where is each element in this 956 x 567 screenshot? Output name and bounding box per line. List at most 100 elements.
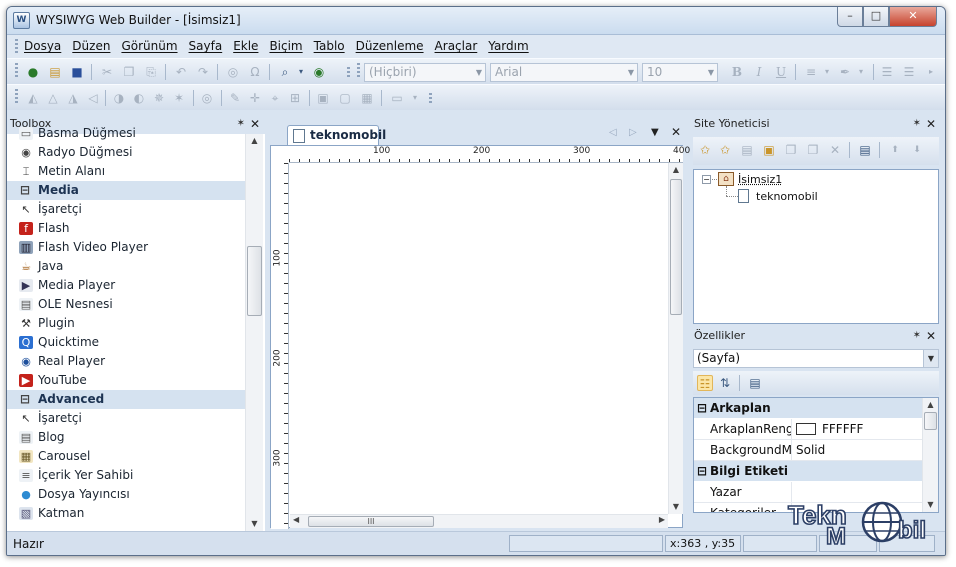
center-vertical-icon[interactable]: ⌖ — [267, 90, 283, 106]
special-char-icon[interactable]: Ω — [247, 64, 263, 80]
toolbox-item[interactable]: ↖ İşaretçi — [7, 200, 245, 219]
toolbox-item[interactable]: ▧ Katman — [7, 504, 245, 521]
toolbox-item[interactable]: ☕ Java — [7, 257, 245, 276]
toolbox-item[interactable]: ● Dosya Yayıncısı — [7, 485, 245, 504]
toolbox-item[interactable]: ◉ Radyo Düğmesi — [7, 143, 245, 162]
align-center-icon[interactable]: ☰ — [901, 64, 917, 80]
space-evenly-icon[interactable]: ✶ — [171, 90, 187, 106]
cut-icon[interactable]: ✂ — [99, 64, 115, 80]
underline-button[interactable]: U — [773, 64, 789, 80]
page-canvas[interactable] — [290, 164, 668, 514]
toolbox-item[interactable]: ▥ Flash Video Player — [7, 238, 245, 257]
toolbox-item[interactable]: ▶ Media Player — [7, 276, 245, 295]
properties-scroll-thumb[interactable] — [924, 412, 937, 430]
align-centers-icon[interactable]: △ — [45, 90, 61, 106]
bold-button[interactable]: B — [729, 64, 745, 80]
menu-gorunum[interactable]: Görünüm — [121, 39, 177, 53]
tree-root-label[interactable]: İsimsiz1 — [738, 173, 782, 186]
same-height-icon[interactable]: ◐ — [131, 90, 147, 106]
toolbox-item[interactable]: Q Quicktime — [7, 333, 245, 352]
categorized-icon[interactable]: ☷ — [697, 375, 713, 391]
align-right-edges-icon[interactable]: ◮ — [65, 90, 81, 106]
chevron-down-icon[interactable]: ▾ — [407, 90, 423, 106]
arrange-icon[interactable]: ▭ — [389, 90, 405, 106]
toolbox-scroll-thumb[interactable] — [247, 246, 262, 316]
new-file-icon[interactable]: ✩ — [717, 142, 733, 158]
font-size-combo[interactable]: 10 ▼ — [642, 63, 718, 82]
collapse-icon[interactable]: ⊟ — [20, 181, 30, 200]
collapse-icon[interactable]: ⊟ — [697, 461, 707, 482]
property-category[interactable]: ⊟ Arkaplan — [694, 398, 938, 419]
menu-yardim[interactable]: Yardım — [488, 39, 528, 53]
menu-bicim[interactable]: Biçim — [269, 39, 302, 53]
property-row[interactable]: BackgroundMode Solid — [694, 440, 938, 461]
toolbox-scrollbar[interactable]: ▲ ▼ — [245, 134, 263, 531]
properties-scrollbar[interactable]: ▲ ▼ — [922, 398, 938, 512]
toolbox-category[interactable]: ⊟ Advanced — [7, 390, 245, 409]
title-bar[interactable]: W WYSIWYG Web Builder - [İsimsiz1] – □ ✕ — [7, 7, 945, 35]
tab-scroll-right-icon[interactable]: ▷ — [629, 127, 637, 138]
menu-duzen[interactable]: Düzen — [72, 39, 110, 53]
grid-icon[interactable]: ⊞ — [287, 90, 303, 106]
undo-icon[interactable]: ↶ — [173, 64, 189, 80]
collapse-icon[interactable]: − — [702, 175, 711, 184]
close-window-button[interactable]: ✕ — [889, 7, 937, 27]
toolbox-item[interactable]: ◉ Real Player — [7, 352, 245, 371]
delete-icon[interactable]: ✕ — [827, 142, 843, 158]
preview-icon[interactable]: ⌕ — [277, 64, 293, 80]
tab-teknomobil[interactable]: teknomobil — [287, 125, 386, 145]
close-icon[interactable]: ✕ — [926, 115, 936, 133]
property-row[interactable]: ArkaplanRengi FFFFFF — [694, 419, 938, 440]
redo-icon[interactable]: ↷ — [195, 64, 211, 80]
move-up-icon[interactable]: ⬆ — [887, 142, 903, 158]
sort-alpha-icon[interactable]: ⇅ — [717, 375, 733, 391]
chevron-down-icon[interactable]: ▾ — [853, 64, 869, 80]
tab-scroll-left-icon[interactable]: ◁ — [609, 127, 617, 138]
font-combo[interactable]: Arial ▼ — [490, 63, 638, 82]
copy-page-icon[interactable]: ❐ — [805, 142, 821, 158]
lock-icon[interactable]: ◎ — [199, 90, 215, 106]
property-value[interactable]: FFFFFF — [792, 419, 938, 439]
menubar-grip[interactable] — [15, 39, 18, 54]
pencil-icon[interactable]: ✎ — [227, 90, 243, 106]
property-value[interactable]: Solid — [792, 440, 938, 460]
toolbox-item[interactable]: ⌶ Metin Alanı — [7, 162, 245, 181]
send-back-icon[interactable]: ▢ — [337, 90, 353, 106]
property-pages-icon[interactable]: ▤ — [747, 375, 763, 391]
collapse-icon[interactable]: ⊟ — [697, 398, 707, 419]
menu-araclar[interactable]: Araçlar — [435, 39, 478, 53]
property-category[interactable]: ⊟ Bilgi Etiketi — [694, 461, 938, 482]
scroll-right-icon[interactable]: ▶ — [659, 515, 665, 524]
scroll-down-icon[interactable]: ▼ — [246, 517, 263, 531]
toolbox-category[interactable]: ⊟ Media — [7, 181, 245, 200]
style-combo[interactable]: (Hiçbiri) ▼ — [364, 63, 486, 82]
align-left-edges-icon[interactable]: ◭ — [25, 90, 41, 106]
tab-list-icon[interactable]: ▼ — [651, 127, 659, 138]
toolbox-item[interactable]: f Flash — [7, 219, 245, 238]
toolbox-item[interactable]: ▦ Carousel — [7, 447, 245, 466]
toolbar-overflow-icon[interactable]: ▸ — [923, 64, 939, 80]
same-width-icon[interactable]: ◑ — [111, 90, 127, 106]
toolbox-item[interactable]: ▭ Basma Düğmesi — [7, 124, 245, 143]
collapse-icon[interactable]: ⊟ — [20, 390, 30, 409]
toolbox-item[interactable]: ▤ OLE Nesnesi — [7, 295, 245, 314]
center-horizontal-icon[interactable]: ✛ — [247, 90, 263, 106]
close-icon[interactable]: ✕ — [250, 115, 260, 133]
group-icon[interactable]: ▦ — [359, 90, 375, 106]
pin-icon[interactable]: ✶ — [913, 327, 921, 345]
toolbox-item[interactable]: ↖ İşaretçi — [7, 409, 245, 428]
canvas-horizontal-scroll-thumb[interactable]: III — [308, 516, 434, 527]
object-selector[interactable]: (Sayfa) ▼ — [693, 349, 939, 368]
menu-sayfa[interactable]: Sayfa — [189, 39, 223, 53]
toolbox-item[interactable]: ⚒ Plugin — [7, 314, 245, 333]
new-icon[interactable]: ● — [25, 64, 41, 80]
toolbox-item[interactable]: ▤ Blog — [7, 428, 245, 447]
scroll-down-icon[interactable]: ▼ — [669, 500, 683, 514]
toolbox-item[interactable]: ▶ YouTube — [7, 371, 245, 390]
canvas-horizontal-scrollbar[interactable]: ◀ III ▶ — [290, 514, 668, 528]
copy-icon[interactable]: ❐ — [121, 64, 137, 80]
folder-icon[interactable]: ▣ — [761, 142, 777, 158]
text-color-icon[interactable]: ≡ — [803, 64, 819, 80]
open-folder-icon[interactable]: ▤ — [47, 64, 63, 80]
italic-button[interactable]: I — [751, 64, 767, 80]
